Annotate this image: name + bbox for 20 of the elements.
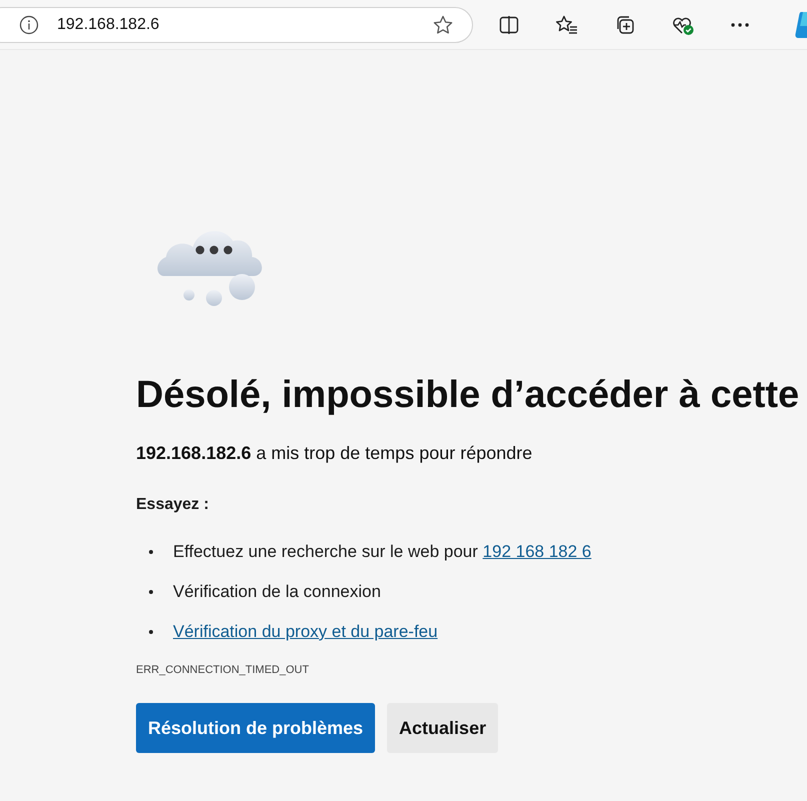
link[interactable]: 192 168 182 6 <box>482 542 592 561</box>
suggestion-text: Effectuez une recherche sur le web pour 192 168 182 6 <box>173 542 592 562</box>
address-bar[interactable]: 192.168.182.6 <box>0 6 473 42</box>
favorite-star-icon[interactable] <box>432 14 454 36</box>
error-message: 192.168.182.6 a mis trop de temps pour répondre <box>136 443 534 464</box>
split-screen-icon[interactable] <box>498 14 520 36</box>
link[interactable]: Vérification du proxy et du pare-feu <box>173 622 438 642</box>
favorites-list-icon[interactable] <box>555 14 579 36</box>
bullet-icon <box>149 590 153 594</box>
more-icon[interactable] <box>730 22 750 28</box>
url-text: 192.168.182.6 <box>57 16 160 34</box>
suggestion-text: Vérification de la connexion <box>173 582 381 602</box>
error-code: ERR_CONNECTION_TIMED_OUT <box>136 664 310 676</box>
bullet-icon <box>149 630 153 634</box>
try-label: Essayez : <box>136 496 210 514</box>
info-icon[interactable] <box>19 14 39 34</box>
error-heading: Désolé, impossible d’accéder à cette <box>136 374 800 417</box>
bullet-icon <box>149 550 153 554</box>
troubleshoot-button[interactable]: Résolution de problèmes <box>136 703 376 753</box>
refresh-button[interactable]: Actualiser <box>387 703 498 753</box>
